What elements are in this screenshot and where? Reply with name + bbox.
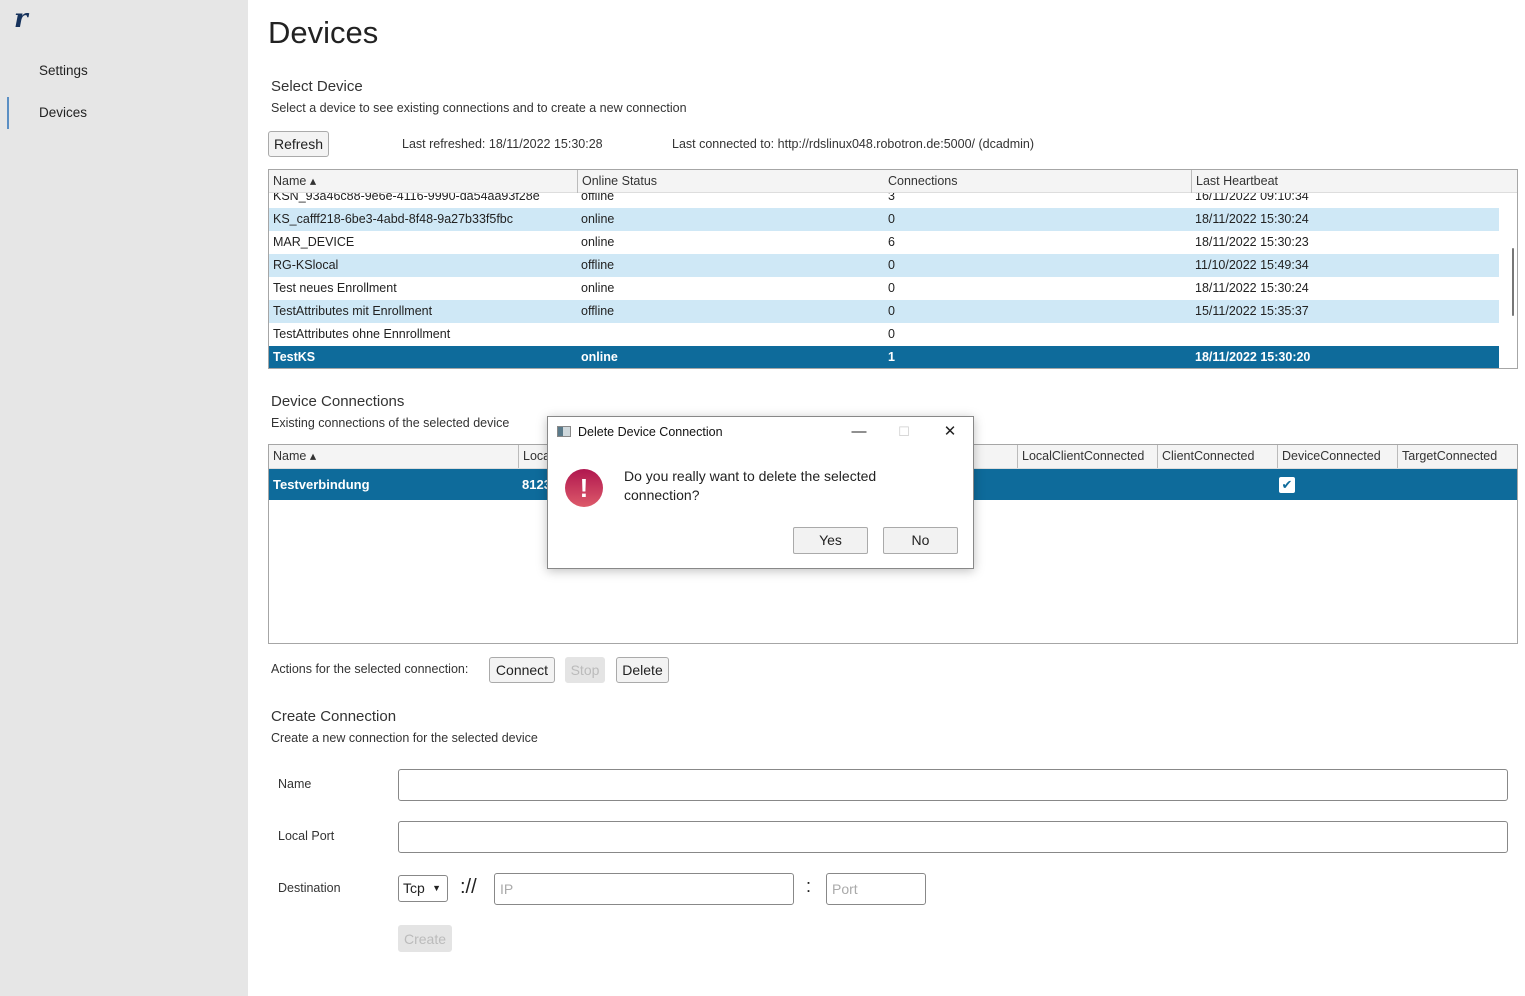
select-device-subtitle: Select a device to see existing connecti… [271, 101, 687, 115]
dialog-title: Delete Device Connection [578, 425, 723, 439]
device-online-status: online [581, 350, 618, 364]
column-header-online-status[interactable]: Online Status [577, 170, 884, 193]
close-icon[interactable]: ✕ [935, 420, 965, 444]
page-title: Devices [268, 15, 379, 50]
device-row[interactable]: MAR_DEVICE online 6 18/11/2022 15:30:23 [269, 231, 1499, 254]
sidebar-item-devices[interactable]: Devices [0, 97, 248, 129]
delete-button[interactable]: Delete [616, 657, 669, 683]
device-last-heartbeat: 18/11/2022 15:30:24 [1195, 212, 1309, 226]
device-name: RG-KSlocal [273, 258, 339, 272]
connect-button[interactable]: Connect [489, 657, 555, 683]
last-refreshed-value: 18/11/2022 15:30:28 [488, 137, 603, 151]
device-row[interactable]: Test neues Enrollment online 0 18/11/2022 1… [269, 277, 1499, 300]
scheme-separator: :// [460, 876, 477, 898]
device-name: MAR_DEVICE [273, 235, 355, 249]
device-connections: 0 [888, 212, 895, 226]
device-name: KS_cafff218-6be3-4abd-8f48-9a27b33f5fbc [273, 212, 514, 226]
column-header-device-connected[interactable]: DeviceConnected [1277, 445, 1397, 468]
device-row[interactable]: RG-KSlocal offline 0 11/10/2022 15:49:34 [269, 254, 1499, 277]
device-row[interactable]: KS_cafff218-6be3-4abd-8f48-9a27b33f5fbc o… [269, 208, 1499, 231]
last-connected-label: Last connected to: [672, 137, 775, 151]
device-online-status: online [581, 281, 615, 295]
device-connections: 0 [888, 281, 895, 295]
device-connections: 0 [888, 258, 895, 272]
port-input[interactable] [826, 873, 926, 905]
device-row[interactable]: TestKS online 1 18/11/2022 15:30:20 [269, 346, 1499, 368]
actions-label: Actions for the selected connection: [271, 662, 469, 676]
device-last-heartbeat: 18/11/2022 15:30:24 [1195, 281, 1309, 295]
connection-name: Testverbindung [273, 477, 370, 492]
app-logo: r [14, 4, 28, 34]
device-online-status: online [581, 235, 615, 249]
last-refreshed-label: Last refreshed: [402, 137, 486, 151]
destination-label: Destination [278, 881, 341, 895]
column-header-connections-label: Connections [888, 174, 958, 188]
device-connections: 1 [888, 350, 895, 364]
device-connections: 0 [888, 327, 895, 341]
column-header-client-connected[interactable]: ClientConnected [1157, 445, 1277, 468]
dialog-message: Do you really want to delete the selecte… [624, 468, 877, 503]
sidebar-item-settings[interactable]: Settings [0, 55, 248, 87]
local-port-label: Local Port [278, 829, 335, 843]
column-header-local-client-connected[interactable]: LocalClientConnected [1017, 445, 1157, 468]
device-connections-subtitle: Existing connections of the selected dev… [271, 416, 510, 430]
protocol-value: Tcp [403, 880, 425, 896]
name-input[interactable] [398, 769, 1508, 801]
device-connections: 6 [888, 235, 895, 249]
device-name: Test neues Enrollment [273, 281, 397, 295]
create-connection-title: Create Connection [271, 708, 397, 725]
ip-input[interactable] [494, 873, 794, 905]
device-online-status: online [581, 212, 615, 226]
column-header-connections[interactable]: Connections [884, 170, 1191, 193]
device-online-status: offline [581, 258, 615, 272]
device-row[interactable]: TestAttributes mit Enrollment offline 0 15/… [269, 300, 1499, 323]
no-button[interactable]: No [883, 527, 958, 554]
devices-table-scrollbar[interactable] [1512, 248, 1514, 316]
error-icon: ! [565, 469, 603, 507]
sidebar-item-label: Settings [39, 63, 88, 78]
create-connection-subtitle: Create a new connection for the selected… [271, 731, 538, 745]
device-connections-title: Device Connections [271, 393, 405, 410]
refresh-button[interactable]: Refresh [268, 131, 329, 157]
last-refreshed: Last refreshed: 18/11/2022 15:30:28 [402, 137, 603, 151]
minimize-icon[interactable]: — [844, 420, 874, 444]
maximize-icon: ☐ [898, 424, 910, 439]
column-header-name[interactable]: Name ▴ [269, 170, 577, 193]
app-window-icon [557, 426, 571, 437]
device-connections: 0 [888, 304, 895, 318]
device-last-heartbeat: 15/11/2022 15:35:37 [1195, 304, 1309, 318]
stop-button[interactable]: Stop [565, 657, 605, 683]
device-row[interactable]: TestAttributes ohne Ennrollment 0 [269, 323, 1499, 346]
local-port-input[interactable] [398, 821, 1508, 853]
delete-connection-dialog: Delete Device Connection — ☐ ✕ ! Do you … [547, 416, 974, 569]
sidebar: r Settings Devices [0, 0, 248, 996]
chevron-down-icon: ▼ [432, 883, 441, 893]
protocol-select[interactable]: Tcp ▼ [398, 875, 448, 902]
select-device-title: Select Device [271, 78, 363, 95]
device-last-heartbeat: 18/11/2022 15:30:23 [1195, 235, 1309, 249]
name-label: Name [278, 777, 312, 791]
column-header-last-heartbeat[interactable]: Last Heartbeat [1191, 170, 1517, 193]
column-header-target-connected[interactable]: TargetConnected [1397, 445, 1517, 468]
last-connected: Last connected to: http://rdslinux048.ro… [672, 137, 1034, 151]
device-connected-checkbox[interactable]: ✔ [1279, 477, 1295, 493]
device-name: TestKS [273, 350, 316, 364]
last-connected-value: http://rdslinux048.robotron.de:5000/ (dc… [777, 137, 1035, 151]
sidebar-item-label: Devices [39, 105, 88, 120]
device-online-status: offline [581, 304, 615, 318]
yes-button[interactable]: Yes [793, 527, 868, 554]
dialog-titlebar[interactable]: Delete Device Connection — ☐ ✕ [548, 417, 973, 447]
device-name: TestAttributes mit Enrollment [273, 304, 433, 318]
device-last-heartbeat: 18/11/2022 15:30:20 [1195, 350, 1311, 364]
devices-table-header: Name ▴ Online Status Connections Last He… [269, 170, 1517, 193]
create-button[interactable]: Create [398, 925, 452, 952]
port-separator: : [806, 876, 812, 896]
devices-table: KSN_93a46c88-9e6e-4116-9990-da54aa93f28e… [268, 169, 1518, 369]
device-name: TestAttributes ohne Ennrollment [273, 327, 451, 341]
column-header-name[interactable]: Name ▴ [269, 445, 518, 468]
device-last-heartbeat: 11/10/2022 15:49:34 [1195, 258, 1309, 272]
